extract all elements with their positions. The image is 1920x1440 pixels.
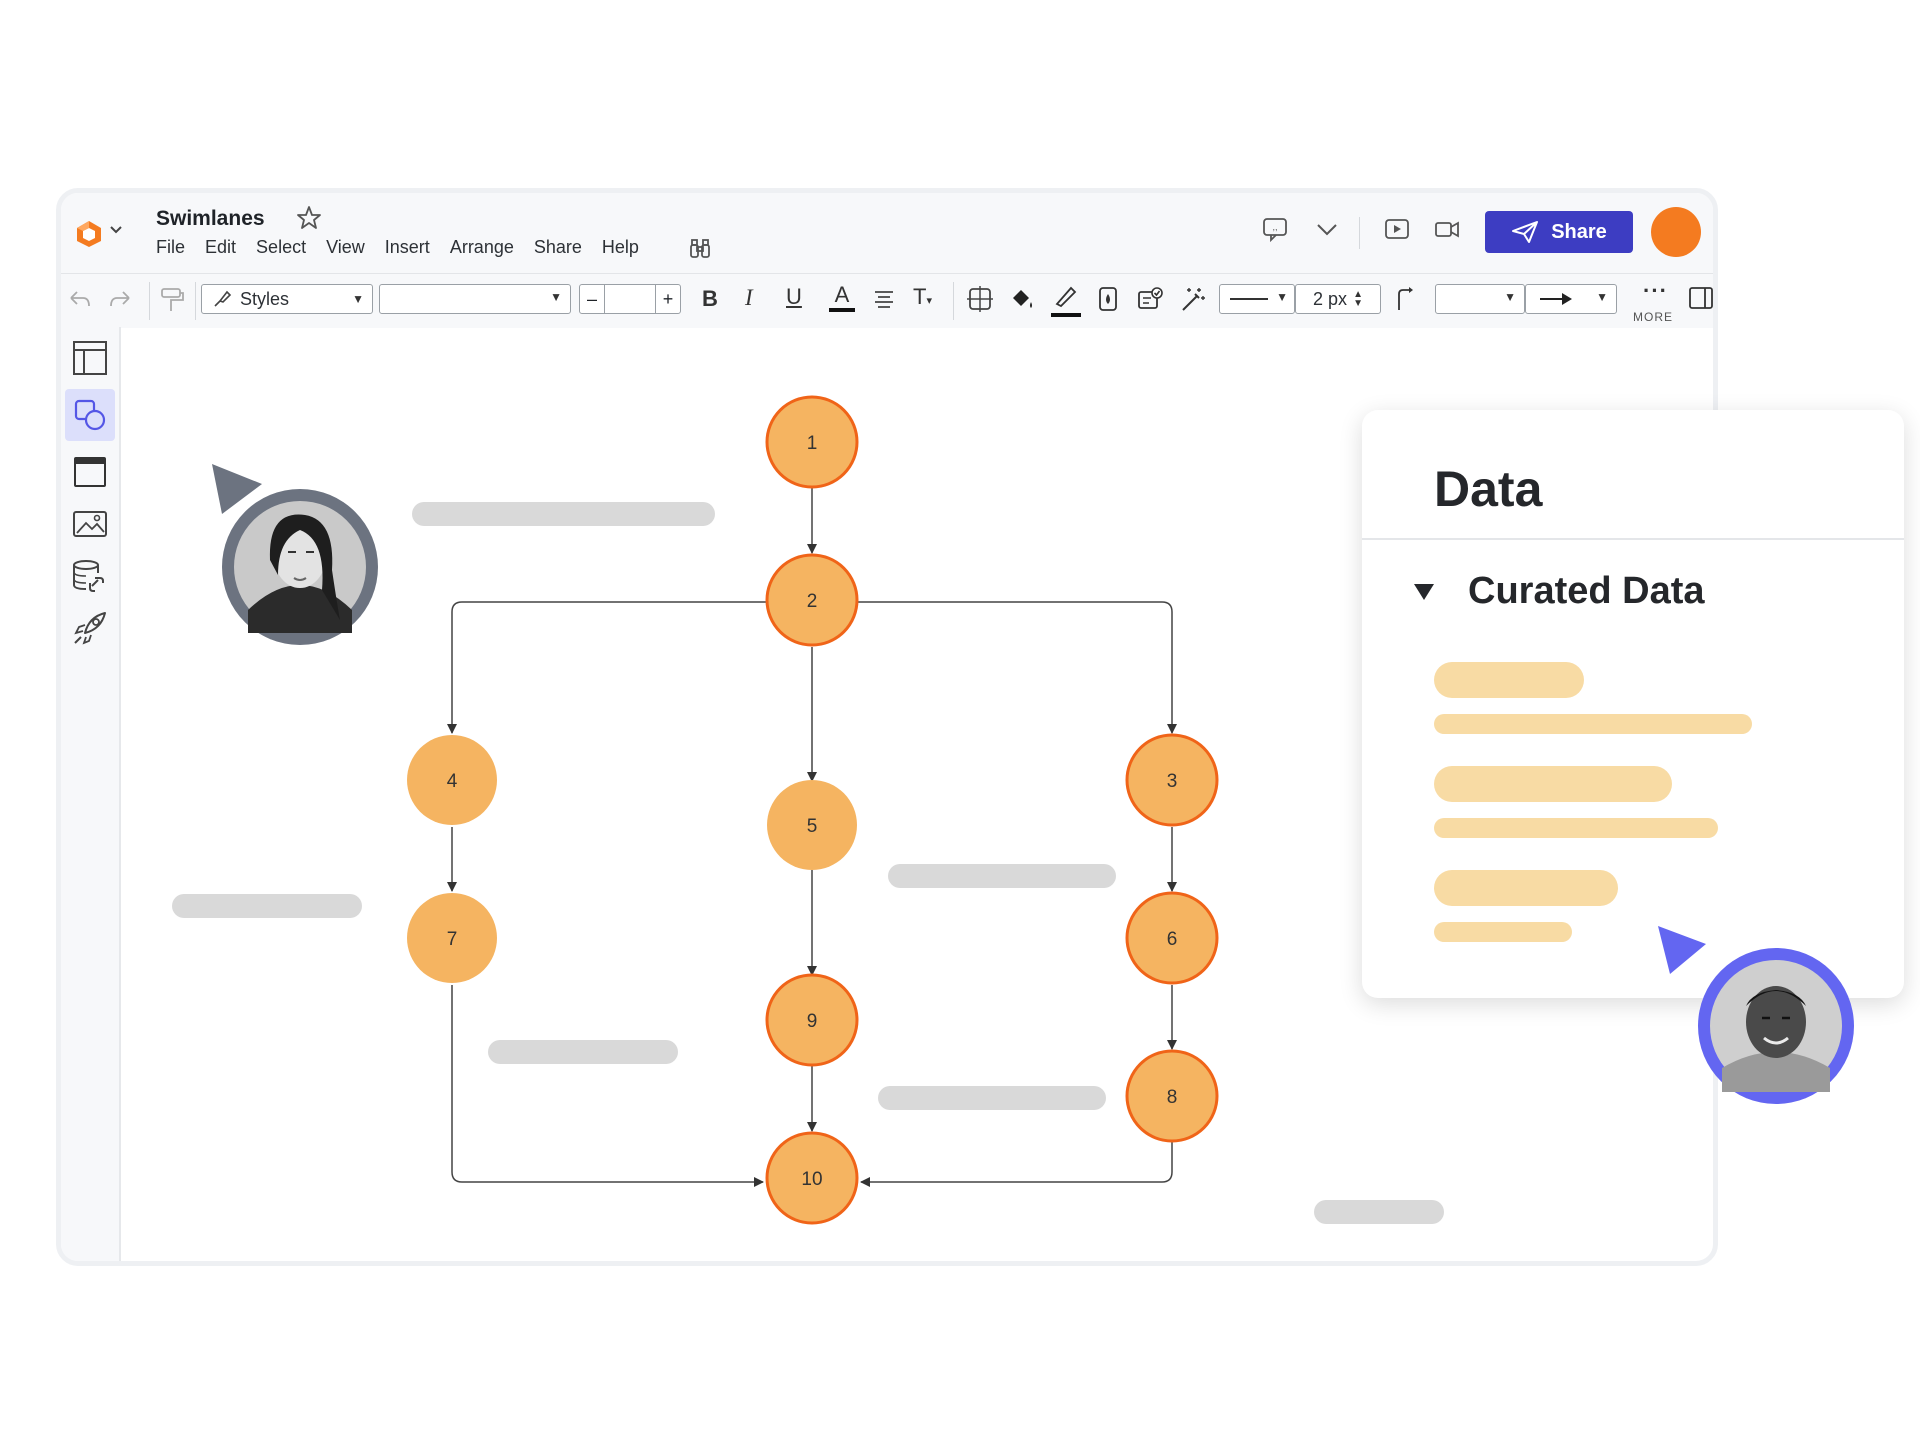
share-button-label: Share xyxy=(1551,220,1607,243)
more-label[interactable]: MORE xyxy=(1633,310,1673,324)
text-options-icon[interactable]: T▾ xyxy=(913,284,932,310)
caret-down-icon: ▼ xyxy=(550,290,562,304)
frame-icon xyxy=(74,457,106,487)
styles-label: Styles xyxy=(240,288,290,309)
data-item-placeholder[interactable] xyxy=(1434,766,1672,802)
styles-dropdown[interactable]: Styles ▼ xyxy=(201,284,373,314)
redo-icon[interactable] xyxy=(107,286,135,314)
line-width-value: 2 px xyxy=(1313,288,1348,309)
sidebar-item-shapes[interactable] xyxy=(65,389,115,441)
menu-file[interactable]: File xyxy=(156,237,185,258)
data-panel: Data Curated Data xyxy=(1362,410,1904,998)
sidebar-item-frame[interactable] xyxy=(69,451,111,493)
menu-items: File Edit Select View Insert Arrange Sha… xyxy=(156,237,639,258)
divider xyxy=(953,282,954,320)
menu-share[interactable]: Share xyxy=(534,237,582,258)
increase-size-button[interactable]: + xyxy=(656,289,680,310)
present-icon[interactable] xyxy=(1383,215,1411,243)
menu-insert[interactable]: Insert xyxy=(385,237,430,258)
divider xyxy=(195,282,196,320)
end-arrow-dropdown[interactable]: ▼ xyxy=(1525,284,1617,314)
data-item-placeholder xyxy=(1434,818,1718,838)
caret-down-icon: ▼ xyxy=(352,292,364,306)
layout-icon xyxy=(73,341,107,375)
binoculars-icon[interactable] xyxy=(688,237,712,261)
document-title[interactable]: Swimlanes xyxy=(156,207,265,231)
caret-down-icon: ▼ xyxy=(1504,290,1516,304)
lucid-logo-icon[interactable] xyxy=(75,219,103,249)
bold-icon[interactable]: B xyxy=(702,286,718,312)
data-item-placeholder xyxy=(1434,922,1572,942)
menu-view[interactable]: View xyxy=(326,237,365,258)
divider xyxy=(1359,217,1360,249)
line-color-icon[interactable] xyxy=(1051,280,1081,317)
line-width-stepper[interactable]: 2 px ▲ ▼ xyxy=(1295,284,1381,314)
stepper-arrows-icon: ▲ ▼ xyxy=(1353,289,1363,309)
undo-icon[interactable] xyxy=(65,286,93,314)
caret-down-icon: ▼ xyxy=(1596,290,1608,304)
brush-icon xyxy=(214,290,232,307)
data-link-icon xyxy=(73,560,104,592)
container-icon[interactable] xyxy=(965,284,995,314)
menu-select[interactable]: Select xyxy=(256,237,306,258)
line-style-dropdown[interactable]: ▼ xyxy=(1219,284,1295,314)
collaborator-cursor-icon xyxy=(1658,926,1706,974)
image-icon xyxy=(73,511,107,537)
menu-help[interactable]: Help xyxy=(602,237,639,258)
data-item-placeholder[interactable] xyxy=(1434,662,1584,698)
send-icon xyxy=(1512,221,1539,243)
format-painter-icon[interactable] xyxy=(157,285,187,315)
left-sidebar xyxy=(61,327,121,1261)
share-button[interactable]: Share xyxy=(1485,211,1633,253)
fill-color-icon[interactable] xyxy=(1007,284,1037,314)
arrow-end-icon xyxy=(1540,293,1572,305)
opacity-icon[interactable] xyxy=(1093,284,1123,314)
sidebar-item-layout[interactable] xyxy=(69,337,111,379)
font-dropdown[interactable]: ▼ xyxy=(379,284,571,314)
italic-icon[interactable]: I xyxy=(745,285,753,311)
magic-wand-icon[interactable] xyxy=(1177,284,1207,314)
decrease-size-button[interactable]: – xyxy=(580,289,604,310)
align-center-icon[interactable] xyxy=(871,286,897,312)
chevron-down-icon[interactable] xyxy=(109,223,123,237)
format-toolbar: Styles ▼ ▼ – + B I U A T▾ ▼ 2 px ▲ ▼ ▼ ▼… xyxy=(61,273,1713,328)
star-icon[interactable] xyxy=(296,205,322,231)
video-call-icon[interactable] xyxy=(1433,215,1461,243)
line-routing-icon[interactable] xyxy=(1391,284,1421,314)
data-item-placeholder[interactable] xyxy=(1434,870,1618,906)
panel-toggle-icon[interactable] xyxy=(1687,284,1715,312)
sidebar-item-image[interactable] xyxy=(69,503,111,545)
caret-down-icon: ▼ xyxy=(1276,290,1288,304)
rocket-icon xyxy=(74,612,106,645)
sidebar-item-rocket[interactable] xyxy=(69,607,111,649)
menu-arrange[interactable]: Arrange xyxy=(450,237,514,258)
svg-text:,,: ,, xyxy=(1272,222,1277,232)
font-size-input[interactable] xyxy=(604,285,656,313)
divider xyxy=(149,282,150,320)
section-title[interactable]: Curated Data xyxy=(1468,570,1705,613)
shapes-icon xyxy=(74,399,106,431)
checklist-icon[interactable] xyxy=(1135,284,1165,314)
chevron-down-icon[interactable] xyxy=(1313,215,1341,243)
menu-bar: Swimlanes File Edit Select View Insert A… xyxy=(61,193,1713,273)
data-item-placeholder xyxy=(1434,714,1752,734)
line-style-preview xyxy=(1230,298,1268,300)
divider xyxy=(1362,538,1904,540)
underline-icon[interactable]: U xyxy=(786,284,802,310)
text-color-icon[interactable]: A xyxy=(829,282,855,312)
start-arrow-dropdown[interactable]: ▼ xyxy=(1435,284,1525,314)
sidebar-item-data[interactable] xyxy=(69,555,111,597)
panel-title: Data xyxy=(1434,461,1543,517)
menu-edit[interactable]: Edit xyxy=(205,237,236,258)
more-icon[interactable]: ··· xyxy=(1643,278,1668,304)
comment-icon[interactable]: ,, xyxy=(1261,215,1289,243)
font-size-stepper[interactable]: – + xyxy=(579,284,681,314)
caret-down-icon[interactable] xyxy=(1412,582,1436,602)
collaborator-avatar-man xyxy=(1658,926,1854,1104)
user-avatar[interactable] xyxy=(1651,207,1701,257)
